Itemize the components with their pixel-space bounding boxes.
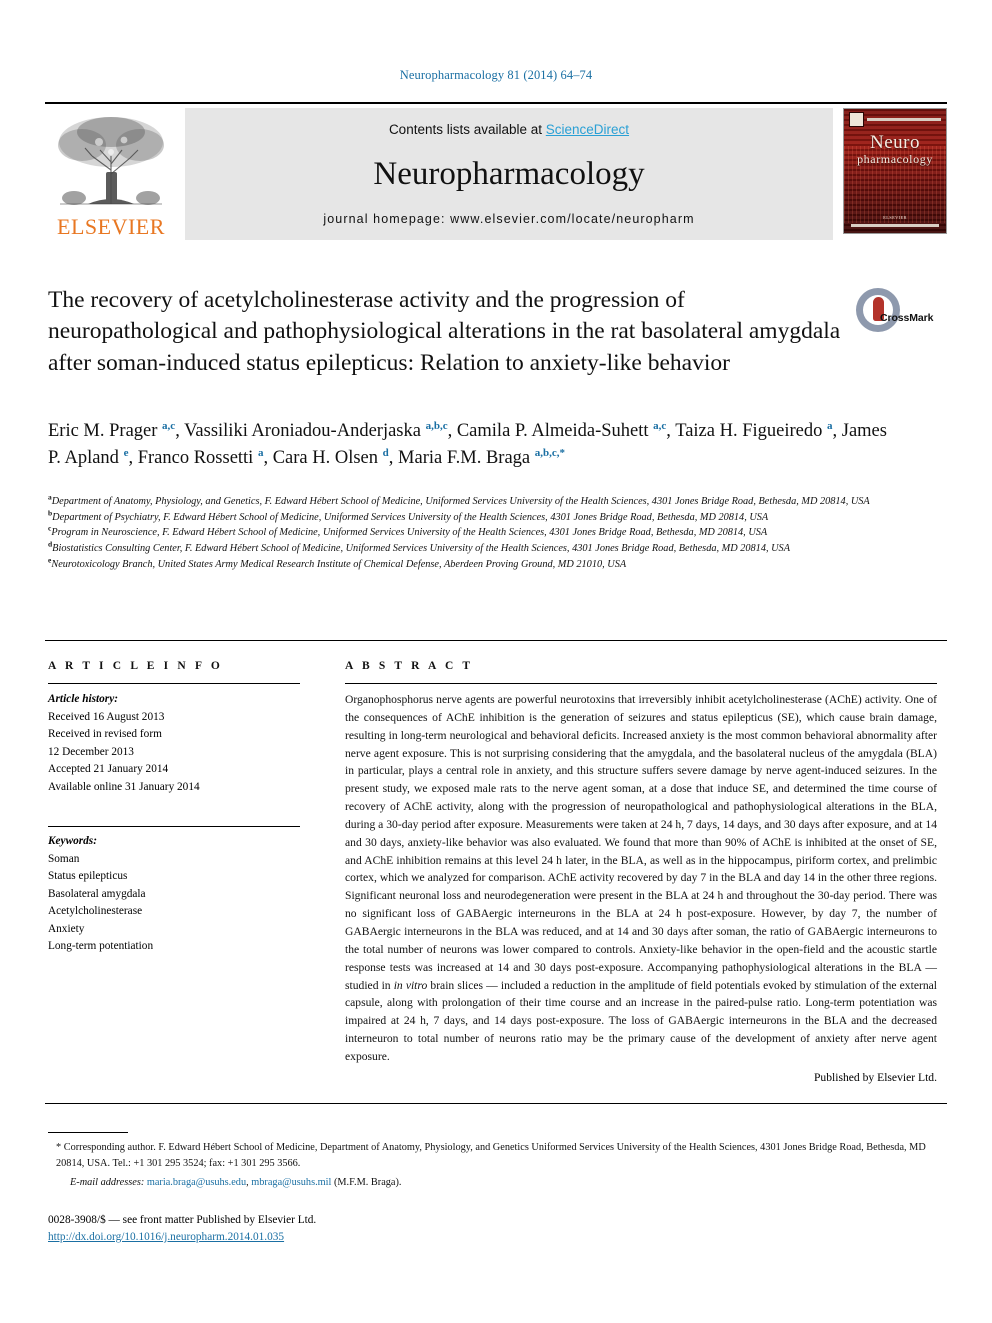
affiliation-item: eNeurotoxicology Branch, United States A… [48, 556, 936, 573]
keyword-item: Status epilepticus [48, 870, 128, 882]
affiliation-item: dBiostatistics Consulting Center, F. Edw… [48, 540, 936, 557]
article-history-item: Received in revised form [48, 728, 162, 740]
email-addresses-line: E-mail addresses: maria.braga@usuhs.edu,… [48, 1175, 936, 1191]
abstract-rule [345, 683, 937, 684]
article-history-item: Available online 31 January 2014 [48, 780, 200, 793]
corresponding-author-text: * Corresponding author. F. Edward Hébert… [56, 1142, 926, 1170]
affiliation-text: Neurotoxicology Branch, United States Ar… [51, 558, 627, 570]
contents-available-line: Contents lists available at ScienceDirec… [389, 122, 629, 137]
affiliation-text: Biostatistics Consulting Center, F. Edwa… [52, 542, 790, 554]
affiliation-text: Program in Neuroscience, F. Edward Héber… [51, 527, 768, 539]
affiliation-item: aDepartment of Anatomy, Physiology, and … [48, 493, 936, 510]
cover-bottom-bar [851, 224, 939, 227]
journal-cover-thumbnail: Neuro pharmacology ELSEVIER [843, 108, 947, 234]
cover-title-line2: pharmacology [857, 152, 933, 166]
email-label: E-mail addresses: [70, 1176, 145, 1188]
cover-footer-text: ELSEVIER [883, 215, 907, 220]
abstract-heading: A B S T R A C T [345, 660, 474, 672]
abstract-text: Organophosphorus nerve agents are powerf… [345, 693, 937, 1063]
corresponding-author-footnote: * Corresponding author. F. Edward Hébert… [48, 1140, 936, 1191]
cover-badge-icon [849, 112, 864, 127]
journal-title: Neuropharmacology [373, 156, 645, 192]
article-info-rule [48, 683, 300, 684]
crossmark-label: CrossMark [880, 312, 934, 324]
doi-link[interactable]: http://dx.doi.org/10.1016/j.neuropharm.2… [48, 1231, 284, 1243]
abstract-closing: Published by Elsevier Ltd. [813, 1070, 937, 1084]
affiliation-text: Department of Anatomy, Physiology, and G… [51, 496, 870, 507]
email-link-secondary[interactable]: mbraga@usuhs.mil [251, 1177, 331, 1188]
footnote-rule [48, 1132, 128, 1133]
email-link-primary[interactable]: maria.braga@usuhs.edu [147, 1177, 246, 1188]
keyword-item: Anxiety [48, 922, 85, 935]
keyword-item: Soman [48, 852, 80, 865]
crossmark-icon [856, 288, 900, 332]
crossmark-badge[interactable]: CrossMark [856, 288, 948, 346]
journal-masthead: ELSEVIER Contents lists available at Sci… [45, 102, 947, 240]
keyword-item: Basolateral amygdala [48, 887, 146, 900]
author-list: Eric M. Prager a,c, Vassiliki Aroniadou-… [48, 419, 887, 468]
affiliation-item: cProgram in Neuroscience, F. Edward Hébe… [48, 525, 936, 541]
elsevier-wordmark: ELSEVIER [57, 214, 165, 239]
elsevier-logo: ELSEVIER [45, 108, 177, 240]
journal-homepage-line[interactable]: journal homepage: www.elsevier.com/locat… [323, 212, 694, 226]
cover-rule [867, 118, 941, 121]
affiliation-list: aDepartment of Anatomy, Physiology, and … [48, 493, 936, 573]
divider-top [45, 640, 947, 641]
cover-title-line1: Neuro [870, 132, 920, 153]
imprint-block: 0028-3908/$ — see front matter Published… [48, 1212, 648, 1246]
article-history-label: Article history: [48, 693, 118, 705]
running-head: Neuropharmacology 81 (2014) 64–74 [399, 68, 593, 82]
sciencedirect-link[interactable]: ScienceDirect [546, 122, 629, 137]
abstract-column: A B S T R A C T Organophosphorus nerve a… [345, 660, 937, 1084]
article-history-item: Received 16 August 2013 [48, 710, 165, 723]
article-history-item: 12 December 2013 [48, 745, 134, 758]
divider-bottom [45, 1103, 947, 1104]
title-block: The recovery of acetylcholinesterase act… [48, 285, 848, 379]
cover-title: Neuro pharmacology [844, 133, 946, 165]
page-title: The recovery of acetylcholinesterase act… [48, 287, 841, 376]
journal-banner: Contents lists available at ScienceDirec… [185, 108, 833, 240]
article-history-item: Accepted 21 January 2014 [48, 763, 169, 775]
keyword-item: Long-term potentiation [48, 940, 154, 952]
keywords-label: Keywords: [48, 835, 97, 847]
issn-line: 0028-3908/$ — see front matter Published… [48, 1214, 317, 1226]
keywords-rule [48, 826, 300, 827]
article-first-page: Neuropharmacology 81 (2014) 64–74 ELSEVI… [0, 0, 992, 1323]
keywords-block: Keywords: Soman Status epilepticus Basol… [48, 826, 300, 956]
keyword-item: Acetylcholinesterase [48, 905, 143, 917]
affiliation-item: bDepartment of Psychiatry, F. Edward Héb… [48, 509, 936, 526]
cover-top-bar [849, 112, 941, 127]
email-suffix: (M.F.M. Braga). [333, 1176, 402, 1188]
affiliation-text: Department of Psychiatry, F. Edward Hébe… [52, 511, 769, 523]
article-info-heading: A R T I C L E I N F O [48, 660, 223, 672]
elsevier-tree-icon [52, 112, 170, 216]
contents-available-prefix: Contents lists available at [388, 122, 546, 137]
article-info-column: A R T I C L E I N F O Article history: R… [48, 660, 300, 956]
